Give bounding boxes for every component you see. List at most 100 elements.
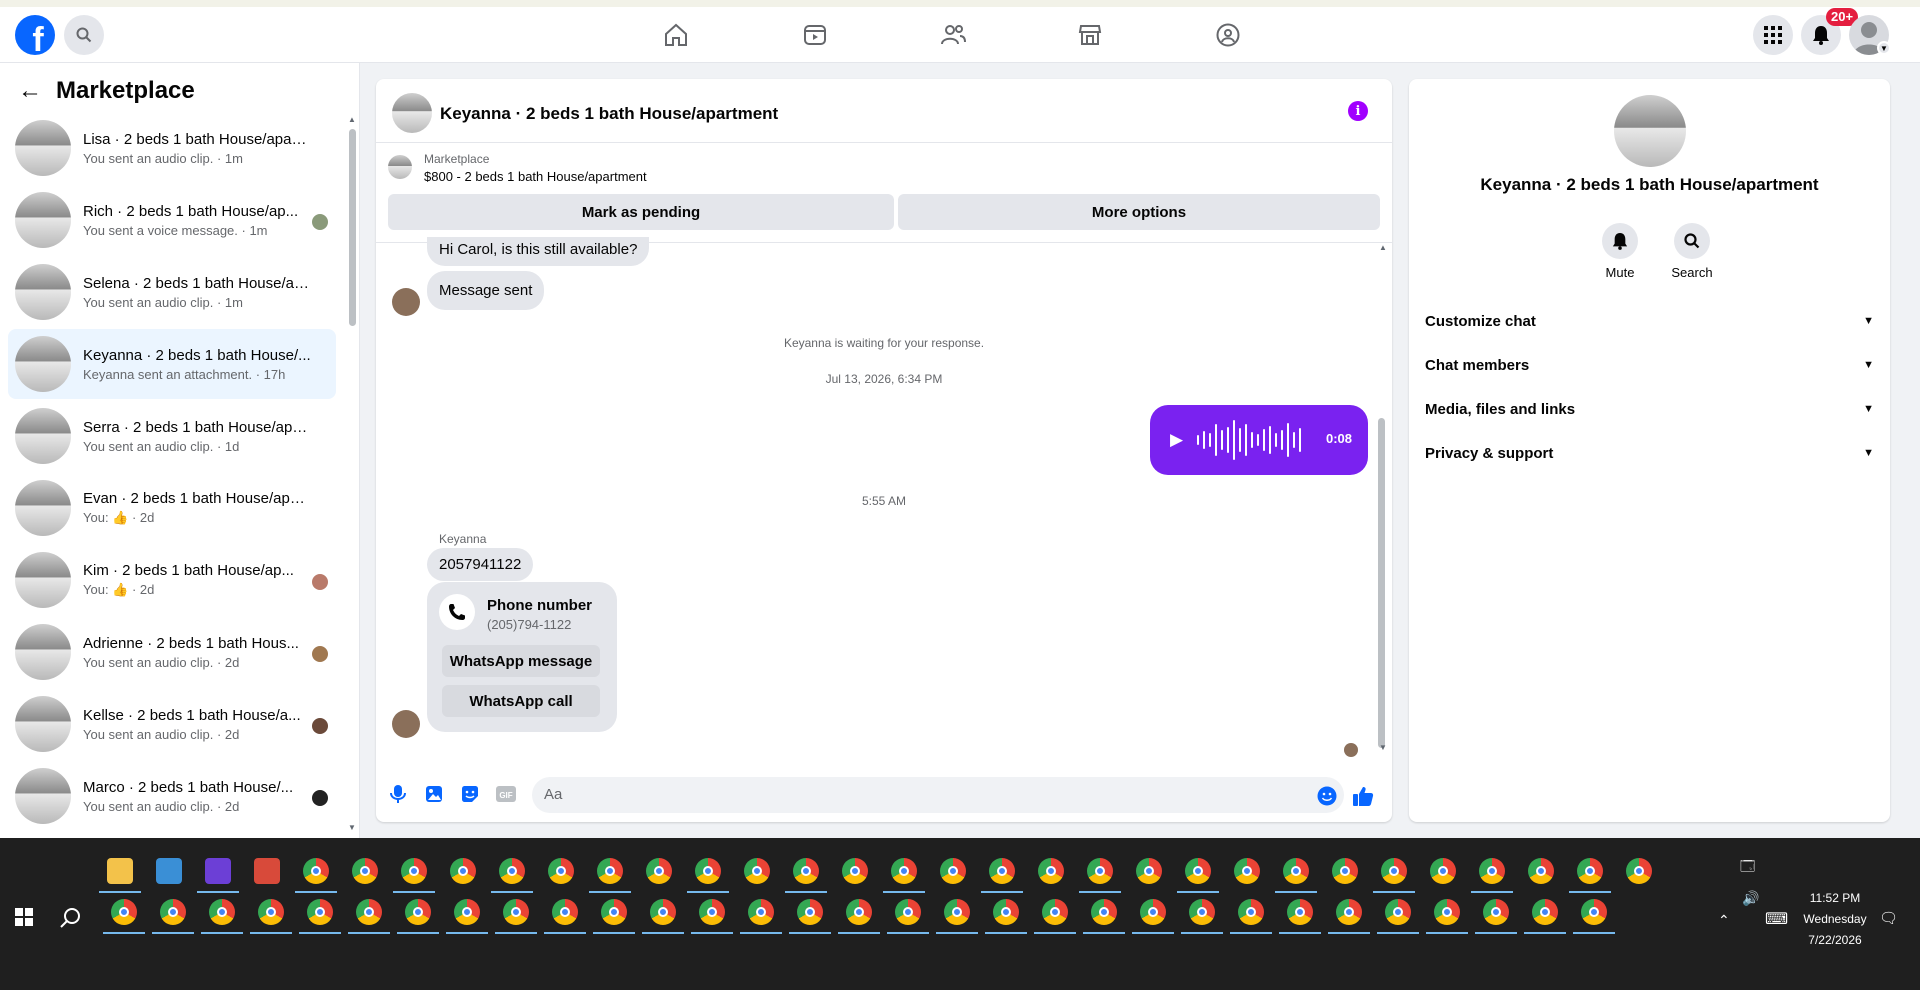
notification-center-icon[interactable]: 🗨 [1879, 909, 1898, 927]
chrome-icon[interactable] [695, 858, 721, 884]
taskbar-app-icon[interactable] [107, 858, 133, 884]
privacy-support-row[interactable]: Privacy & support ▼ [1425, 433, 1874, 473]
customize-chat-row[interactable]: Customize chat ▼ [1425, 301, 1874, 341]
chrome-icon[interactable] [450, 858, 476, 884]
chrome-icon[interactable] [499, 858, 525, 884]
scroll-up-arrow[interactable]: ▲ [1379, 243, 1387, 252]
back-arrow-icon[interactable]: ← [18, 77, 42, 105]
chrome-icon[interactable] [1430, 858, 1456, 884]
chrome-icon[interactable] [1189, 899, 1215, 925]
play-icon[interactable]: ▶ [1170, 430, 1183, 450]
chrome-icon[interactable] [748, 899, 774, 925]
chevron-down-icon[interactable]: ▼ [1877, 41, 1891, 55]
home-icon[interactable] [662, 21, 690, 49]
desktop-icon[interactable]: 🗔 [1740, 856, 1755, 880]
emoji-icon[interactable] [1317, 786, 1337, 806]
chrome-icon[interactable] [1038, 858, 1064, 884]
chrome-icon[interactable] [891, 858, 917, 884]
mark-as-pending-button[interactable]: Mark as pending [388, 194, 894, 230]
like-icon[interactable] [1351, 784, 1375, 808]
mute-action[interactable]: Mute [1590, 223, 1650, 280]
chrome-icon[interactable] [1385, 899, 1411, 925]
chrome-icon[interactable] [1087, 858, 1113, 884]
chrome-icon[interactable] [552, 899, 578, 925]
chrome-icon[interactable] [1483, 899, 1509, 925]
chrome-icon[interactable] [503, 899, 529, 925]
conversation-item[interactable]: Evan · 2 beds 1 bath House/apar... You: 👍… [8, 473, 336, 543]
chrome-icon[interactable] [646, 858, 672, 884]
conversation-item[interactable]: Selena · 2 beds 1 bath House/ap... You se… [8, 257, 336, 327]
chrome-icon[interactable] [352, 858, 378, 884]
chrome-icon[interactable] [1283, 858, 1309, 884]
keyboard-icon[interactable]: ⌨ [1765, 909, 1788, 929]
search-button[interactable] [64, 15, 104, 55]
chrome-icon[interactable] [1581, 899, 1607, 925]
chrome-icon[interactable] [989, 858, 1015, 884]
chrome-icon[interactable] [209, 899, 235, 925]
chrome-icon[interactable] [1434, 899, 1460, 925]
taskbar-app-icon[interactable] [254, 858, 280, 884]
search-icon[interactable] [60, 907, 82, 934]
photo-icon[interactable] [424, 784, 444, 804]
chat-title[interactable]: Keyanna · 2 beds 1 bath House/apartment [440, 104, 778, 124]
groups-icon[interactable] [1214, 21, 1242, 49]
chrome-icon[interactable] [303, 858, 329, 884]
chrome-icon[interactable] [944, 899, 970, 925]
chrome-icon[interactable] [1042, 899, 1068, 925]
chrome-icon[interactable] [1234, 858, 1260, 884]
chrome-icon[interactable] [650, 899, 676, 925]
chrome-icon[interactable] [1381, 858, 1407, 884]
taskbar-app-icon[interactable] [156, 858, 182, 884]
conversation-item[interactable]: Kim · 2 beds 1 bath House/ap... You: 👍 · … [8, 545, 336, 615]
windows-start-icon[interactable] [15, 908, 33, 931]
chrome-icon[interactable] [111, 899, 137, 925]
gif-icon[interactable]: GIF [496, 784, 516, 804]
whatsapp-message-button[interactable]: WhatsApp message [442, 645, 600, 677]
conversation-item[interactable]: Serra · 2 beds 1 bath House/apa... You se… [8, 401, 336, 471]
message-input[interactable]: Aa [532, 777, 1344, 813]
chrome-icon[interactable] [160, 899, 186, 925]
chrome-icon[interactable] [401, 858, 427, 884]
chrome-icon[interactable] [548, 858, 574, 884]
chrome-icon[interactable] [454, 899, 480, 925]
sidebar-scrollbar[interactable] [349, 129, 356, 326]
chrome-icon[interactable] [1532, 899, 1558, 925]
chevron-up-icon[interactable]: ⌃ [1718, 912, 1730, 929]
scroll-down-arrow[interactable]: ▼ [348, 823, 356, 832]
chrome-icon[interactable] [1136, 858, 1162, 884]
taskbar-app-icon[interactable] [205, 858, 231, 884]
chrome-icon[interactable] [1336, 899, 1362, 925]
chrome-icon[interactable] [1185, 858, 1211, 884]
chrome-icon[interactable] [1238, 899, 1264, 925]
chrome-icon[interactable] [842, 858, 868, 884]
menu-button[interactable] [1753, 15, 1793, 55]
chrome-icon[interactable] [258, 899, 284, 925]
clock[interactable]: 11:52 PM Wednesday 7/22/2026 [1795, 888, 1875, 951]
more-options-button[interactable]: More options [898, 194, 1380, 230]
media-files-links-row[interactable]: Media, files and links ▼ [1425, 389, 1874, 429]
video-icon[interactable] [801, 21, 829, 49]
chrome-icon[interactable] [1287, 899, 1313, 925]
chrome-icon[interactable] [405, 899, 431, 925]
chrome-icon[interactable] [699, 899, 725, 925]
sticker-icon[interactable] [460, 784, 480, 804]
chrome-icon[interactable] [940, 858, 966, 884]
conversation-item[interactable]: Marco · 2 beds 1 bath House/... You sent … [8, 761, 336, 831]
chrome-icon[interactable] [1577, 858, 1603, 884]
conversation-item-active[interactable]: Keyanna · 2 beds 1 bath House/... Keyanna… [8, 329, 336, 399]
volume-icon[interactable]: 🔊 [1742, 890, 1759, 907]
chrome-icon[interactable] [1626, 858, 1652, 884]
chrome-icon[interactable] [797, 899, 823, 925]
chrome-icon[interactable] [1479, 858, 1505, 884]
conversation-item[interactable]: Lisa · 2 beds 1 bath House/apart... You s… [8, 113, 336, 183]
chat-scrollbar[interactable] [1378, 418, 1385, 748]
chrome-icon[interactable] [793, 858, 819, 884]
listing-title[interactable]: $800 - 2 beds 1 bath House/apartment [424, 169, 647, 184]
chrome-icon[interactable] [1332, 858, 1358, 884]
microphone-icon[interactable] [388, 784, 408, 804]
friends-icon[interactable] [939, 21, 967, 49]
chrome-icon[interactable] [846, 899, 872, 925]
chrome-icon[interactable] [597, 858, 623, 884]
facebook-logo[interactable]: f [15, 15, 55, 55]
marketplace-icon[interactable] [1076, 21, 1104, 49]
